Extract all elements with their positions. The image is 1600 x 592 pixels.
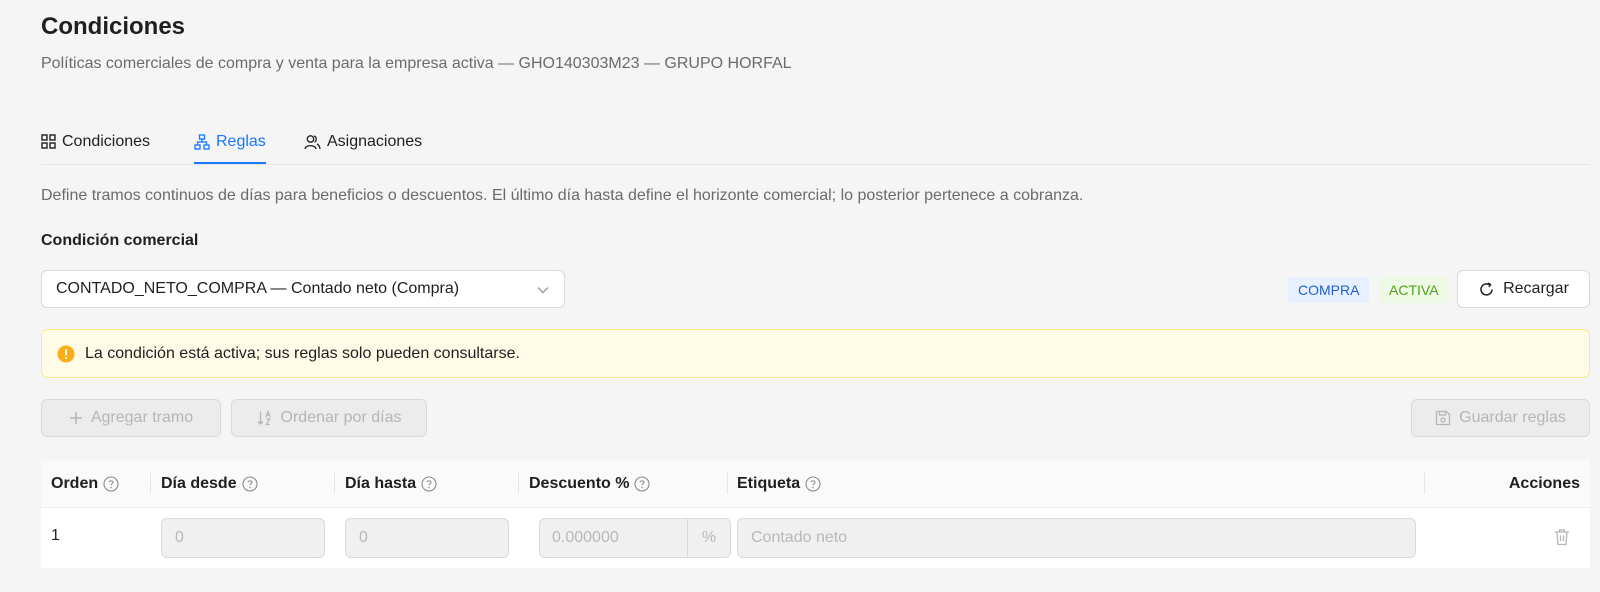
tab-asignaciones[interactable]: Asignaciones — [304, 120, 422, 163]
column-header-order-label: Orden — [51, 474, 99, 492]
label-placeholder: Contado neto — [751, 529, 848, 546]
chevron-down-icon — [537, 287, 549, 294]
grid-icon — [41, 134, 56, 149]
add-segment-label: Agregar tramo — [90, 409, 194, 426]
column-header-to: Día hasta — [345, 460, 437, 507]
sort-by-days-button[interactable]: Ordenar por días — [231, 399, 427, 437]
column-divider — [334, 473, 335, 494]
column-header-actions: Acciones — [1509, 460, 1580, 507]
tab-condiciones[interactable]: Condiciones — [41, 120, 150, 163]
row-order: 1 — [51, 527, 60, 544]
help-icon[interactable] — [634, 475, 651, 492]
rules-description: Define tramos continuos de días para ben… — [41, 187, 1084, 204]
readonly-alert: La condición está activa; sus reglas sol… — [41, 329, 1590, 378]
condition-field-label: Condición comercial — [41, 232, 199, 249]
column-header-from: Día desde — [161, 460, 258, 507]
column-header-discount: Descuento % — [529, 460, 651, 507]
column-header-order: Orden — [51, 460, 119, 507]
condition-select-value: CONTADO_NETO_COMPRA — Contado neto (Comp… — [56, 280, 460, 297]
tab-reglas[interactable]: Reglas — [194, 120, 266, 164]
percent-suffix: % — [688, 519, 730, 557]
column-divider — [150, 473, 151, 494]
delete-icon[interactable] — [1554, 528, 1570, 546]
warning-icon — [57, 345, 75, 362]
reload-button[interactable]: Recargar — [1457, 270, 1590, 308]
reload-button-label: Recargar — [1503, 280, 1569, 297]
column-header-label-label: Etiqueta — [737, 474, 801, 492]
rules-table: Orden Día desde Día hasta Descuento % Et… — [41, 460, 1590, 568]
page-title: Condiciones — [41, 13, 186, 40]
column-divider — [1424, 473, 1425, 494]
help-icon[interactable] — [242, 475, 258, 492]
discount-value: 0.000000 — [540, 519, 688, 557]
sort-ascending-icon — [257, 410, 271, 426]
column-header-discount-label: Descuento % — [529, 474, 630, 492]
alert-text: La condición está activa; sus reglas sol… — [85, 344, 520, 362]
save-rules-label: Guardar reglas — [1459, 409, 1566, 426]
tab-reglas-label: Reglas — [216, 132, 266, 150]
column-divider — [518, 473, 519, 494]
page-subtitle: Políticas comerciales de compra y venta … — [41, 55, 792, 72]
column-header-actions-label: Acciones — [1508, 474, 1580, 492]
column-header-from-label: Día desde — [161, 474, 237, 492]
tab-bar: Condiciones Reglas Asignaciones — [41, 120, 1590, 165]
table-header: Orden Día desde Día hasta Descuento % Et… — [41, 460, 1590, 508]
tab-asignaciones-label: Asignaciones — [327, 132, 423, 150]
help-icon[interactable] — [421, 475, 437, 492]
day-from-value: 0 — [175, 529, 184, 546]
label-input[interactable]: Contado neto — [737, 518, 1416, 558]
status-badge: ACTIVA — [1379, 277, 1449, 303]
users-icon — [304, 134, 321, 149]
day-from-input[interactable]: 0 — [161, 518, 325, 558]
help-icon[interactable] — [805, 475, 821, 492]
column-divider — [727, 473, 728, 494]
add-segment-button[interactable]: Agregar tramo — [41, 399, 221, 437]
type-badge: COMPRA — [1288, 277, 1370, 303]
hierarchy-icon — [194, 133, 210, 150]
day-to-value: 0 — [359, 529, 368, 546]
discount-input[interactable]: 0.000000 % — [539, 518, 731, 558]
reload-icon — [1480, 281, 1493, 296]
sort-by-days-label: Ordenar por días — [280, 409, 402, 426]
condition-select[interactable]: CONTADO_NETO_COMPRA — Contado neto (Comp… — [41, 270, 565, 308]
table-row: 1 0 0 0.000000 % Contado neto — [41, 508, 1590, 568]
save-rules-button[interactable]: Guardar reglas — [1411, 399, 1590, 437]
plus-icon — [69, 412, 82, 424]
day-to-input[interactable]: 0 — [345, 518, 509, 558]
column-header-label: Etiqueta — [737, 460, 821, 507]
help-icon[interactable] — [103, 475, 119, 492]
tab-condiciones-label: Condiciones — [62, 132, 151, 150]
save-icon — [1435, 410, 1451, 426]
column-header-to-label: Día hasta — [345, 474, 417, 492]
